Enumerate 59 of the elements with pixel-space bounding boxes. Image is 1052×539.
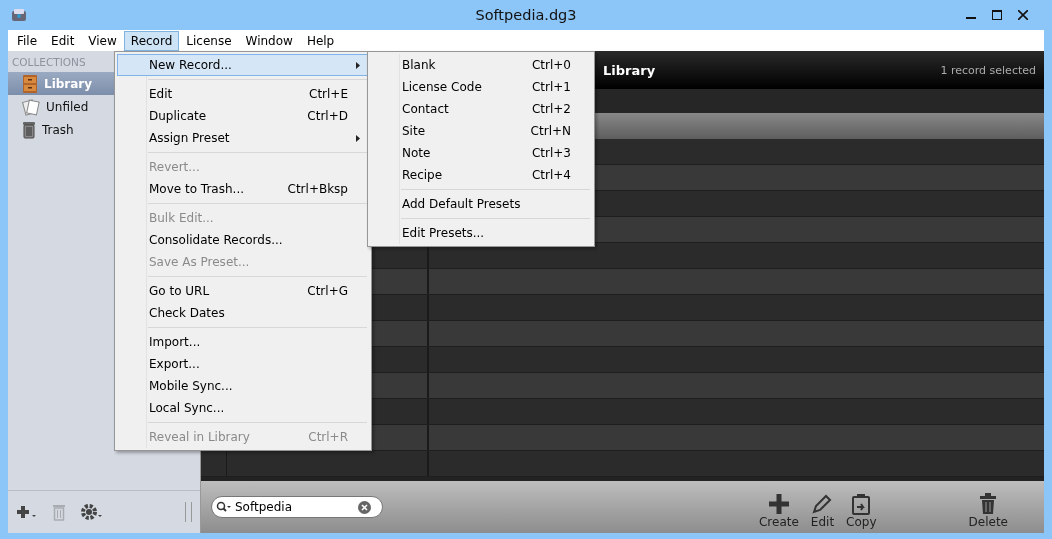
shortcut-text: Ctrl+1	[531, 80, 571, 94]
trash-can-icon	[22, 120, 36, 139]
menu-item[interactable]: Contact Ctrl+2	[370, 98, 592, 120]
menu-item[interactable]: Site Ctrl+N	[370, 120, 592, 142]
settings-icon[interactable]	[80, 503, 104, 521]
menu-item[interactable]: Move to Trash... Ctrl+Bksp	[117, 178, 369, 200]
toolbar-button[interactable]: Edit	[804, 493, 841, 529]
clipboard-icon	[850, 493, 873, 515]
shortcut-text: Ctrl+R	[308, 430, 348, 444]
close-icon[interactable]	[1018, 10, 1028, 20]
menu-item[interactable]: Blank Ctrl+0	[370, 54, 592, 76]
submenu-arrow-icon	[356, 134, 360, 142]
menu-item[interactable]: Mobile Sync...	[117, 375, 369, 397]
menu-title[interactable]: Record	[123, 30, 180, 51]
shortcut-text: Ctrl+2	[531, 102, 571, 116]
section-heading: COLLECTIONS	[11, 55, 87, 70]
collection-title: Library	[603, 62, 656, 78]
pencil-icon	[811, 493, 834, 515]
menu-item[interactable]: New Record...	[117, 54, 369, 76]
menu-item[interactable]: Go to URL Ctrl+G	[117, 280, 369, 302]
toolbar-button[interactable]: Copy	[840, 493, 883, 529]
toolbar-button[interactable]: Delete	[962, 493, 1014, 529]
resize-grip[interactable]	[185, 502, 192, 522]
menu-title[interactable]: Edit	[44, 30, 82, 51]
menu-title[interactable]: Help	[299, 30, 342, 51]
shortcut-text: Ctrl+3	[531, 146, 571, 160]
menu-item[interactable]: Check Dates	[117, 302, 369, 324]
search-input[interactable]: Softpedia	[235, 500, 355, 514]
app-icon	[11, 8, 27, 22]
shortcut-text: Ctrl+Bksp	[287, 182, 348, 196]
plus-icon	[767, 493, 790, 515]
shortcut-text: Ctrl+0	[531, 58, 571, 72]
shortcut-text: Ctrl+G	[307, 284, 348, 298]
menu-item[interactable]: Export...	[117, 353, 369, 375]
menu-item[interactable]: Duplicate Ctrl+D	[117, 105, 369, 127]
clear-icon[interactable]	[358, 500, 371, 514]
menu-title[interactable]: License	[179, 30, 239, 51]
toolbar-button[interactable]: Create	[753, 493, 805, 529]
search-field[interactable]: Softpedia	[211, 496, 383, 518]
menu-item[interactable]: Local Sync...	[117, 397, 369, 419]
shortcut-text: Ctrl+E	[309, 87, 348, 101]
add-icon[interactable]	[16, 504, 38, 520]
search-icon	[216, 501, 232, 513]
menu-item[interactable]: Consolidate Records...	[117, 229, 369, 251]
submenu-arrow-icon	[356, 61, 360, 69]
menu-item[interactable]: License Code Ctrl+1	[370, 76, 592, 98]
papers-icon	[22, 97, 40, 116]
shortcut-text: Ctrl+4	[531, 168, 571, 182]
shortcut-text: Ctrl+D	[307, 109, 348, 123]
menu-title[interactable]: File	[10, 30, 45, 51]
status-text: 1 record selected	[940, 63, 1036, 77]
cabinet-icon	[22, 74, 38, 93]
menu-title[interactable]: Window	[238, 30, 300, 51]
menu-item[interactable]: Import...	[117, 331, 369, 353]
menu-item[interactable]: Assign Preset	[117, 127, 369, 149]
window-title: Softpedia.dg3	[475, 7, 577, 23]
menu-title[interactable]: View	[81, 30, 124, 51]
maximize-icon[interactable]	[992, 10, 1002, 20]
shortcut-text: Ctrl+N	[530, 124, 571, 138]
